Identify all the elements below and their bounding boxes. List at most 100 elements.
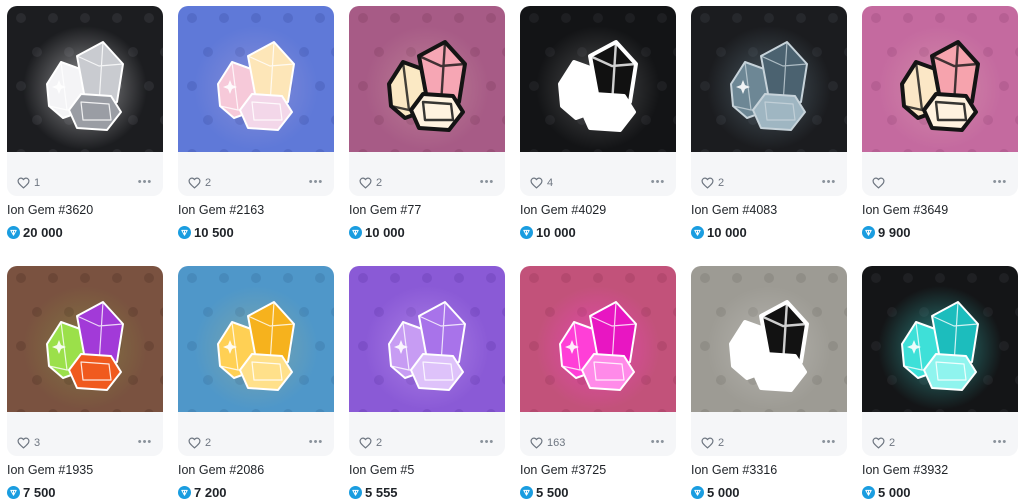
like-button[interactable]: 1	[17, 176, 40, 190]
more-options-icon[interactable]: •••	[650, 435, 666, 449]
like-count: 2	[376, 437, 383, 449]
ton-icon	[7, 485, 20, 499]
more-options-icon[interactable]: •••	[821, 175, 837, 189]
gem-artwork	[691, 266, 847, 422]
ton-icon	[520, 225, 533, 239]
more-options-icon[interactable]: •••	[992, 435, 1008, 449]
gift-name: Ion Gem #3649	[862, 203, 949, 217]
like-button[interactable]: 3	[17, 436, 40, 450]
more-options-icon[interactable]: •••	[821, 435, 837, 449]
gift-image	[691, 6, 847, 162]
card-footer: 2 •••	[691, 412, 847, 456]
more-options-icon[interactable]: •••	[137, 175, 153, 189]
card-footer: •••	[862, 152, 1018, 196]
price-value: 10 000	[536, 224, 576, 240]
gift-card[interactable]: 4 ••• Ion Gem #4029 10 000	[520, 6, 676, 246]
like-button[interactable]: 2	[701, 176, 724, 190]
gift-price: 5 555	[349, 484, 398, 500]
card-footer: 4 •••	[520, 152, 676, 196]
gift-card[interactable]: 1 ••• Ion Gem #3620 20 000	[7, 6, 163, 246]
price-value: 5 500	[536, 484, 569, 500]
ton-icon	[349, 485, 362, 499]
heart-icon	[872, 177, 885, 189]
heart-icon	[17, 177, 30, 189]
gift-image	[862, 6, 1018, 162]
gift-card[interactable]: 2 ••• Ion Gem #2086 7 200	[178, 266, 334, 504]
ton-icon	[349, 225, 362, 239]
like-button[interactable]: 2	[872, 436, 895, 450]
like-button[interactable]	[872, 176, 889, 190]
heart-icon	[359, 177, 372, 189]
like-count: 163	[547, 437, 566, 449]
more-options-icon[interactable]: •••	[308, 435, 324, 449]
gem-artwork	[7, 6, 163, 162]
gift-name: Ion Gem #3932	[862, 463, 949, 477]
price-value: 7 500	[23, 484, 56, 500]
gift-card[interactable]: ••• Ion Gem #3649 9 900	[862, 6, 1018, 246]
gem-artwork	[349, 266, 505, 422]
gift-name: Ion Gem #5	[349, 463, 415, 477]
gift-name: Ion Gem #77	[349, 203, 422, 217]
more-options-icon[interactable]: •••	[992, 175, 1008, 189]
ton-icon	[691, 485, 704, 499]
more-options-icon[interactable]: •••	[479, 435, 495, 449]
gift-price: 5 000	[691, 484, 740, 500]
like-count: 2	[376, 177, 383, 189]
heart-icon	[701, 437, 714, 449]
gift-card[interactable]: 2 ••• Ion Gem #5 5 555	[349, 266, 505, 504]
price-value: 5 000	[707, 484, 740, 500]
like-button[interactable]: 4	[530, 176, 553, 190]
gift-name: Ion Gem #4029	[520, 203, 607, 217]
like-button[interactable]: 2	[359, 176, 382, 190]
heart-icon	[359, 437, 372, 449]
gem-artwork	[862, 266, 1018, 422]
like-count: 2	[205, 437, 212, 449]
price-value: 5 555	[365, 484, 398, 500]
more-options-icon[interactable]: •••	[479, 175, 495, 189]
like-button[interactable]: 2	[359, 436, 382, 450]
gift-name: Ion Gem #2086	[178, 463, 265, 477]
like-count: 1	[34, 177, 41, 189]
gift-card[interactable]: 163 ••• Ion Gem #3725 5 500	[520, 266, 676, 504]
ton-icon	[178, 225, 191, 239]
like-button[interactable]: 2	[188, 176, 211, 190]
card-footer: 163 •••	[520, 412, 676, 456]
card-footer: 2 •••	[349, 152, 505, 196]
card-footer: 1 •••	[7, 152, 163, 196]
price-value: 7 200	[194, 484, 227, 500]
ton-icon	[7, 225, 20, 239]
more-options-icon[interactable]: •••	[308, 175, 324, 189]
more-options-icon[interactable]: •••	[650, 175, 666, 189]
gift-card[interactable]: 3 ••• Ion Gem #1935 7 500	[7, 266, 163, 504]
ton-icon	[862, 485, 875, 499]
gift-name: Ion Gem #3316	[691, 463, 778, 477]
price-value: 10 000	[707, 224, 747, 240]
gift-image	[520, 6, 676, 162]
gem-artwork	[7, 266, 163, 422]
ton-icon	[691, 225, 704, 239]
gem-artwork	[862, 6, 1018, 162]
gift-card[interactable]: 2 ••• Ion Gem #3316 5 000	[691, 266, 847, 504]
gift-card[interactable]: 2 ••• Ion Gem #4083 10 000	[691, 6, 847, 246]
gift-card[interactable]: 2 ••• Ion Gem #77 10 000	[349, 6, 505, 246]
gift-image	[520, 266, 676, 422]
gift-name: Ion Gem #2163	[178, 203, 265, 217]
card-footer: 2 •••	[862, 412, 1018, 456]
heart-icon	[188, 437, 201, 449]
heart-icon	[17, 437, 30, 449]
like-button[interactable]: 163	[530, 436, 565, 450]
more-options-icon[interactable]: •••	[137, 435, 153, 449]
price-value: 10 000	[365, 224, 405, 240]
gift-image	[7, 266, 163, 422]
like-button[interactable]: 2	[701, 436, 724, 450]
gift-price: 7 500	[7, 484, 56, 500]
ton-icon	[178, 485, 191, 499]
gem-artwork	[178, 266, 334, 422]
gift-card[interactable]: 2 ••• Ion Gem #3932 5 000	[862, 266, 1018, 504]
gift-price: 9 900	[862, 224, 911, 240]
gift-image	[349, 266, 505, 422]
gift-card[interactable]: 2 ••• Ion Gem #2163 10 500	[178, 6, 334, 246]
like-button[interactable]: 2	[188, 436, 211, 450]
gem-artwork	[349, 6, 505, 162]
like-count: 3	[34, 437, 41, 449]
